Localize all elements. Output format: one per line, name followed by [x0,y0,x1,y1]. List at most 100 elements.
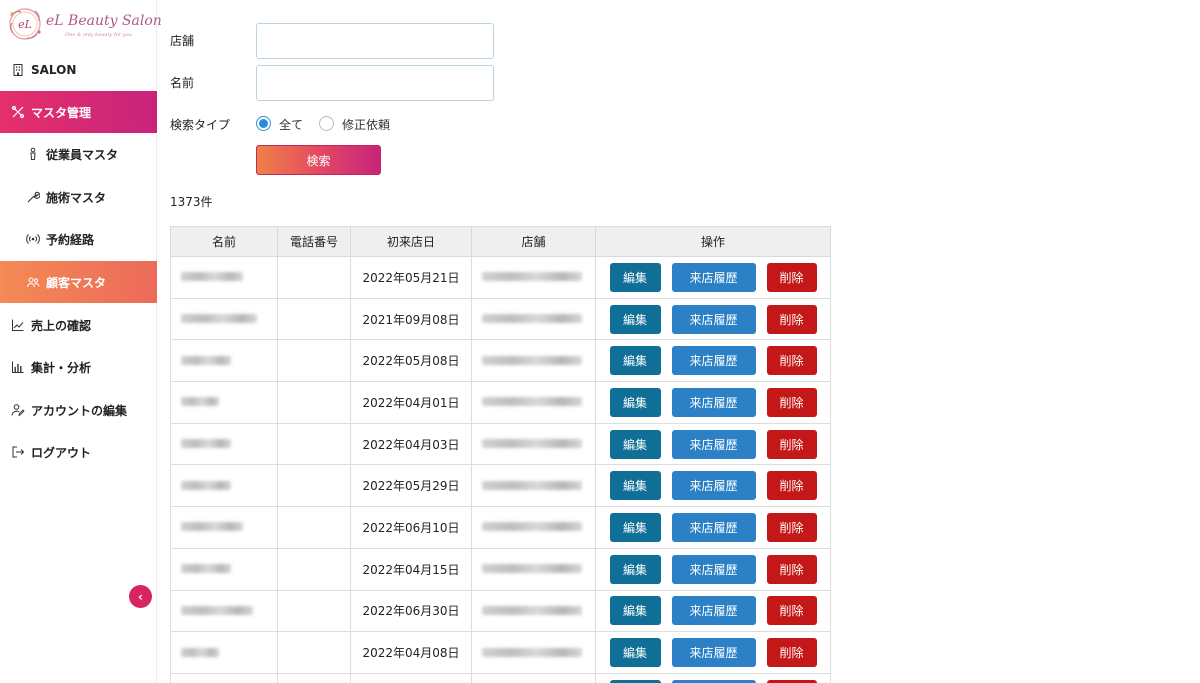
redacted-shop [482,397,582,407]
delete-button[interactable]: 削除 [766,596,817,626]
redacted-name [181,355,231,365]
first-visit-cell: 2022年04月01日 [350,381,472,424]
delete-button[interactable]: 削除 [766,387,817,417]
sidebar-item-salon[interactable]: SALON [0,49,157,91]
visit-history-button[interactable]: 来店履歴 [671,638,756,668]
edit-button[interactable]: 編集 [609,596,661,626]
actions-cell: 編集来店履歴削除 [595,589,831,633]
visit-history-button[interactable]: 来店履歴 [671,512,756,542]
redacted-shop [482,480,582,490]
table-row: 2022年04月01日 編集 来店履歴 削除 [170,381,831,424]
redacted-name [181,272,243,282]
sidebar-item-logout[interactable]: ログアウト [0,431,157,473]
redacted-shop [482,439,582,449]
actions-cell: 編集来店履歴削除 [595,547,831,591]
sidebar-item-account-edit[interactable]: アカウントの編集 [0,389,157,431]
edit-button[interactable]: 編集 [609,429,661,459]
redacted-name [181,397,219,407]
sidebar-item-master-management[interactable]: マスタ管理 [0,91,157,133]
delete-button[interactable]: 削除 [766,554,817,584]
sidebar-item-customer-master[interactable]: 顧客マスタ [0,261,157,303]
search-type-all-label: 全て [279,118,304,132]
customer-name-cell [170,339,278,383]
sidebar-item-label: 従業員マスタ [46,147,119,162]
edit-button[interactable]: 編集 [609,262,661,292]
delete-button[interactable]: 削除 [766,262,817,292]
edit-button[interactable]: 編集 [609,512,661,542]
first-visit-cell [350,672,472,683]
sidebar-item-label: 施術マスタ [46,190,107,205]
sidebar-item-label: 売上の確認 [31,318,92,333]
search-type-all-radio[interactable] [256,116,271,131]
logout-icon [11,445,25,459]
logo-mark-icon: eL [9,8,41,40]
customer-name-cell [170,422,278,466]
shop-cell [471,464,596,508]
line-chart-icon [11,318,25,332]
delete-button[interactable]: 削除 [766,429,817,459]
redacted-name [181,647,219,657]
customer-name-cell [170,631,278,674]
first-visit-cell: 2022年04月15日 [350,547,472,591]
table-row: 2022年04月15日 編集 来店履歴 削除 [170,547,831,591]
sidebar-item-label: SALON [31,63,77,77]
edit-button[interactable]: 編集 [609,387,661,417]
actions-cell: 編集来店履歴削除 [595,631,831,674]
edit-button[interactable]: 編集 [609,346,661,376]
visit-history-button[interactable]: 来店履歴 [671,346,756,376]
visit-history-button[interactable]: 来店履歴 [671,262,756,292]
phone-cell [277,422,351,466]
sidebar-collapse-button[interactable]: ‹ [129,585,152,608]
redacted-shop [482,314,582,324]
search-type-correction-radio[interactable] [319,116,334,131]
redacted-shop [482,564,582,574]
logo-title: eL Beauty Salon [46,13,162,29]
sidebar-item-label: 予約経路 [46,232,95,247]
phone-cell [277,464,351,508]
user-edit-icon [11,403,25,417]
table-row: 2022年04月08日 編集 来店履歴 削除 [170,631,831,674]
search-type-label: 検索タイプ [170,118,231,132]
delete-button[interactable]: 削除 [766,346,817,376]
visit-history-button[interactable]: 来店履歴 [671,554,756,584]
table-row: 2021年09月08日 編集 来店履歴 削除 [170,297,831,341]
first-visit-cell: 2021年09月08日 [350,297,472,341]
phone-cell [277,589,351,633]
delete-button[interactable]: 削除 [766,471,817,501]
edit-button[interactable]: 編集 [609,638,661,668]
customer-name-cell [170,381,278,424]
sidebar-item-treatment-master[interactable]: 施術マスタ [0,176,157,218]
edit-button[interactable]: 編集 [609,554,661,584]
redacted-name [181,564,231,574]
app-logo[interactable]: eL eL Beauty Salon One & only beauty for… [6,6,162,42]
delete-button[interactable]: 削除 [766,304,817,334]
sidebar-item-sales[interactable]: 売上の確認 [0,304,157,346]
actions-cell: 編集来店履歴削除 [595,464,831,508]
table-row: 編集来店履歴削除 [170,672,831,683]
edit-button[interactable]: 編集 [609,471,661,501]
actions-cell: 編集来店履歴削除 [595,506,831,549]
visit-history-button[interactable]: 来店履歴 [671,471,756,501]
redacted-name [181,480,231,490]
search-type-correction-label: 修正依頼 [342,118,391,132]
phone-cell [277,631,351,674]
signal-icon [26,232,40,246]
customer-name-cell [170,589,278,633]
visit-history-button[interactable]: 来店履歴 [671,304,756,334]
search-button[interactable]: 検索 [256,145,381,175]
visit-history-button[interactable]: 来店履歴 [671,387,756,417]
column-header-first-visit: 初来店日 [350,226,472,257]
sidebar-item-analytics[interactable]: 集計・分析 [0,346,157,388]
phone-cell [277,381,351,424]
sidebar-item-employee-master[interactable]: 従業員マスタ [0,133,157,175]
delete-button[interactable]: 削除 [766,638,817,668]
sidebar-item-reservation-route[interactable]: 予約経路 [0,218,157,260]
visit-history-button[interactable]: 来店履歴 [671,596,756,626]
edit-button[interactable]: 編集 [609,304,661,334]
delete-button[interactable]: 削除 [766,512,817,542]
sidebar: eL eL Beauty Salon One & only beauty for… [0,0,162,683]
sidebar-item-label: ログアウト [31,445,92,460]
name-input[interactable] [256,65,494,101]
visit-history-button[interactable]: 来店履歴 [671,429,756,459]
shop-input[interactable] [256,23,494,59]
